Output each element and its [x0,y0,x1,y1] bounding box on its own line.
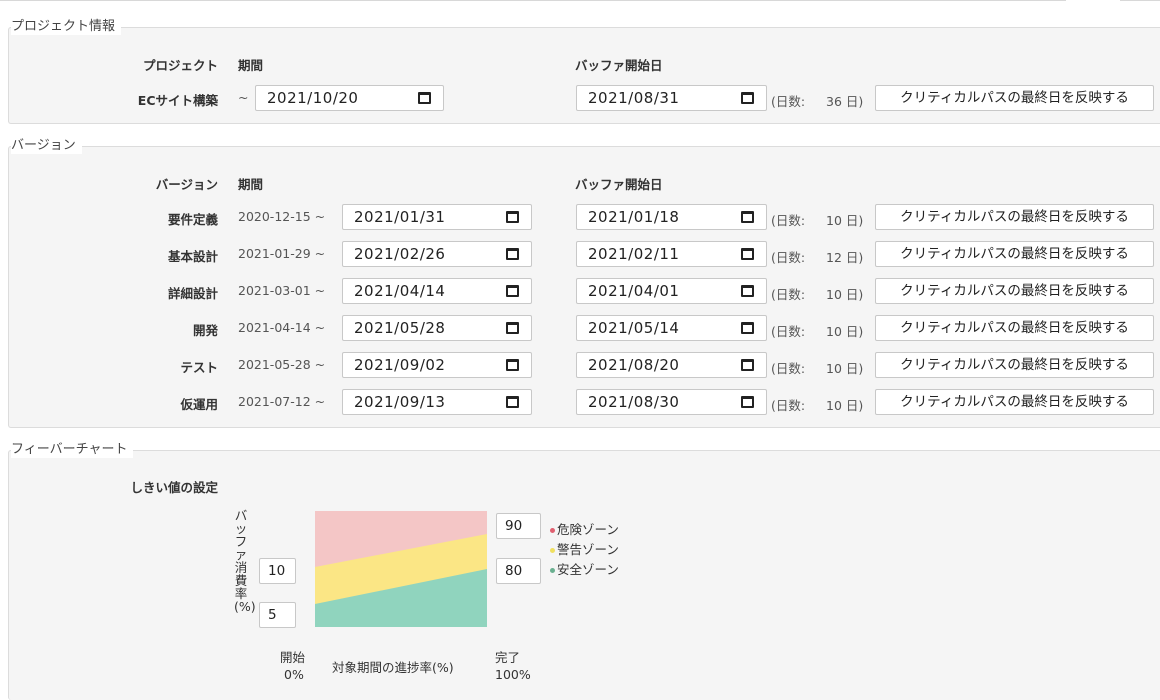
end-label: 完了 [495,650,521,665]
top-divider [0,0,1066,1]
project-info-section: プロジェクト情報 プロジェクト 期間 バッファ開始日 ECサイト構築 ~ 202… [8,19,1160,124]
version-start-date: 2021-01-29 ~ [238,246,326,261]
calendar-icon[interactable] [741,322,754,334]
version-buffer-date-input[interactable]: 2021/02/11 [576,241,767,267]
calendar-icon[interactable] [506,285,519,297]
reflect-critical-path-button[interactable]: クリティカルパスの最終日を反映する [875,241,1154,267]
days-prefix: (日数: [771,287,806,302]
version-end-date-input[interactable]: 2021/02/26 [342,241,532,267]
buffer-column-header: バッファ開始日 [575,177,663,192]
version-end-date-input[interactable]: 2021/05/28 [342,315,532,341]
days-value: 10 日) [826,361,864,376]
zone-legend-item: 危険ゾーン [550,519,619,538]
y-axis-label: バッファ消費率(%) [234,508,256,614]
version-column-header: バージョン [155,177,218,192]
days-value: 10 日) [826,213,864,228]
period-column-header: 期間 [238,58,264,73]
fever-chart-title: フィーバーチャート [11,442,134,458]
buffer-column-header: バッファ開始日 [575,58,663,73]
calendar-icon[interactable] [741,396,754,408]
days-value: 12 日) [826,250,864,265]
days-prefix: (日数: [771,94,806,109]
period-column-header: 期間 [238,177,264,192]
version-name: 基本設計 [167,249,218,264]
version-start-date: 2021-07-12 ~ [238,394,326,409]
project-name: ECサイト構築 [137,93,218,108]
version-end-date-input[interactable]: 2021/09/02 [342,352,532,378]
calendar-icon[interactable] [418,92,431,104]
left-upper-threshold-input[interactable]: 10 [259,558,296,584]
top-divider-right [1120,0,1160,1]
reflect-critical-path-button[interactable]: クリティカルパスの最終日を反映する [875,278,1154,304]
days-prefix: (日数: [771,250,806,265]
reflect-critical-path-button[interactable]: クリティカルパスの最終日を反映する [875,315,1154,341]
days-prefix: (日数: [771,361,806,376]
calendar-icon[interactable] [741,359,754,371]
days-value: 10 日) [826,398,864,413]
project-column-header: プロジェクト [142,58,218,73]
calendar-icon[interactable] [741,285,754,297]
version-name: 仮運用 [180,397,218,412]
days-value: 10 日) [826,324,864,339]
left-lower-threshold-input[interactable]: 5 [259,602,296,628]
right-upper-threshold-input[interactable]: 90 [496,513,541,539]
calendar-icon[interactable] [506,359,519,371]
x-axis-label: 対象期間の進捗率(%) [332,660,454,675]
reflect-critical-path-button[interactable]: クリティカルパスの最終日を反映する [875,352,1154,378]
version-buffer-date-input[interactable]: 2021/08/30 [576,389,767,415]
version-end-date-input[interactable]: 2021/04/14 [342,278,532,304]
start-label: 開始 [280,650,306,665]
days-value: 36 日) [826,94,864,109]
end-percent: 100% [495,667,531,682]
version-start-date: 2021-03-01 ~ [238,283,326,298]
project-end-date-input[interactable]: 2021/10/20 [255,85,444,111]
version-start-date: 2020-12-15 ~ [238,209,326,224]
fever-chart-section: フィーバーチャート しきい値の設定 バッファ消費率(%) 10 5 90 80 … [8,442,1160,700]
calendar-icon[interactable] [506,322,519,334]
version-end-date-input[interactable]: 2021/09/13 [342,389,532,415]
version-section: バージョン バージョン 期間 バッファ開始日 要件定義 2020-12-15 ~… [8,138,1160,428]
version-name: 開発 [192,323,218,338]
legend-dot-icon [550,528,555,533]
version-buffer-date-input[interactable]: 2021/04/01 [576,278,767,304]
start-percent: 0% [284,667,304,682]
version-name: 詳細設計 [167,286,218,301]
legend-dot-icon [550,568,555,573]
project-info-title: プロジェクト情報 [11,19,122,35]
days-prefix: (日数: [771,324,806,339]
version-buffer-date-input[interactable]: 2021/01/18 [576,204,767,230]
zone-legend-item: 警告ゾーン [550,539,619,558]
version-name: 要件定義 [167,212,218,227]
days-prefix: (日数: [771,213,806,228]
version-name: テスト [180,360,218,375]
reflect-critical-path-button[interactable]: クリティカルパスの最終日を反映する [875,204,1154,230]
project-buffer-date-input[interactable]: 2021/08/31 [576,85,767,111]
version-start-date: 2021-04-14 ~ [238,320,326,335]
version-buffer-date-input[interactable]: 2021/05/14 [576,315,767,341]
threshold-setting-label: しきい値の設定 [130,480,218,495]
calendar-icon[interactable] [741,92,754,104]
reflect-critical-path-button[interactable]: クリティカルパスの最終日を反映する [875,85,1154,111]
days-prefix: (日数: [771,398,806,413]
calendar-icon[interactable] [741,248,754,260]
period-tilde: ~ [238,90,249,105]
calendar-icon[interactable] [506,248,519,260]
zone-legend-item: 安全ゾーン [550,559,619,578]
right-lower-threshold-input[interactable]: 80 [496,558,541,584]
version-start-date: 2021-05-28 ~ [238,357,326,372]
days-value: 10 日) [826,287,864,302]
calendar-icon[interactable] [506,211,519,223]
calendar-icon[interactable] [506,396,519,408]
version-end-date-input[interactable]: 2021/01/31 [342,204,532,230]
version-buffer-date-input[interactable]: 2021/08/20 [576,352,767,378]
reflect-critical-path-button[interactable]: クリティカルパスの最終日を反映する [875,389,1154,415]
calendar-icon[interactable] [741,211,754,223]
legend-dot-icon [550,548,555,553]
version-title: バージョン [11,138,82,154]
fever-chart-graphic [315,511,487,627]
